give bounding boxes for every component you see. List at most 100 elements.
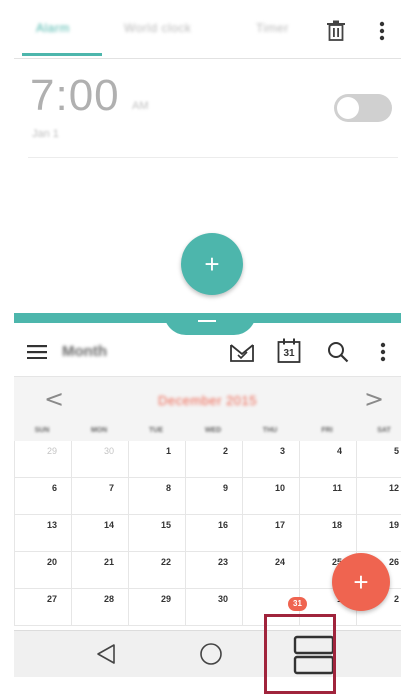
calendar-day-cell[interactable]: 23 xyxy=(185,552,242,589)
calendar-day-cell[interactable]: 24 xyxy=(242,552,299,589)
calendar-day-number: 18 xyxy=(331,520,342,530)
calendar-day-cell[interactable]: 27 xyxy=(14,589,71,626)
calendar-day-number: 16 xyxy=(217,520,228,530)
calendar-day-cell[interactable]: 2 xyxy=(185,441,242,478)
minus-icon xyxy=(198,320,216,322)
toggle-knob xyxy=(337,97,359,119)
plus-icon: + xyxy=(353,566,369,597)
search-icon[interactable] xyxy=(326,340,350,364)
clock-tab-bar: Alarm World clock Timer xyxy=(14,0,401,59)
calendar-day-number: 23 xyxy=(217,557,228,567)
more-vert-icon[interactable] xyxy=(374,19,390,43)
calendar-day-number: 20 xyxy=(46,557,57,567)
calendar-day-cell[interactable]: 29 xyxy=(128,589,185,626)
calendar-today-number: 31 xyxy=(283,348,295,359)
alarm-date: Jan 1 xyxy=(32,128,59,140)
calendar-day-number: 7 xyxy=(108,483,114,493)
tab-timer[interactable]: Timer xyxy=(256,21,289,35)
calendar-day-number: 8 xyxy=(165,483,171,493)
calendar-day-number: 30 xyxy=(103,446,114,456)
calendar-day-number: 21 xyxy=(103,557,114,567)
calendar-day-cell[interactable]: 22 xyxy=(128,552,185,589)
calendar-day-cell[interactable]: 29 xyxy=(14,441,71,478)
today-marker[interactable]: 31 xyxy=(288,597,307,611)
mail-task-icon[interactable] xyxy=(228,340,256,364)
calendar-day-number: 22 xyxy=(160,557,171,567)
more-vert-icon[interactable] xyxy=(376,340,390,364)
alarm-ampm: AM xyxy=(132,100,149,112)
calendar-day-number: 4 xyxy=(336,446,342,456)
tab-alarm[interactable]: Alarm xyxy=(36,21,70,35)
calendar-day-number: 27 xyxy=(46,594,57,604)
calendar-day-cell[interactable]: 3 xyxy=(242,441,299,478)
calendar-day-cell[interactable]: 20 xyxy=(14,552,71,589)
calendar-day-cell[interactable]: 4 xyxy=(299,441,356,478)
calendar-day-cell[interactable]: 1 xyxy=(128,441,185,478)
calendar-day-number: 2 xyxy=(222,446,228,456)
back-triangle-icon[interactable] xyxy=(94,641,118,667)
calendar-day-cell[interactable]: 28 xyxy=(71,589,128,626)
add-event-button[interactable]: + xyxy=(332,553,390,611)
trash-icon[interactable] xyxy=(324,19,348,43)
calendar-day-cell[interactable]: 19 xyxy=(356,515,401,552)
calendar-day-number: 28 xyxy=(103,594,114,604)
tab-world-clock[interactable]: World clock xyxy=(124,21,191,35)
weekday-label: MON xyxy=(90,427,108,434)
calendar-day-cell[interactable]: 7 xyxy=(71,478,128,515)
month-navigation: < December 2015 > xyxy=(14,376,401,425)
calendar-day-number: 3 xyxy=(279,446,285,456)
calendar-day-cell[interactable]: 17 xyxy=(242,515,299,552)
calendar-day-number: 2 xyxy=(393,594,399,604)
calendar-day-cell[interactable]: 21 xyxy=(71,552,128,589)
system-navigation-bar xyxy=(14,630,401,678)
calendar-day-number: 14 xyxy=(103,520,114,530)
calendar-day-number: 19 xyxy=(388,520,399,530)
calendar-today-icon[interactable]: 31 xyxy=(276,337,302,365)
alarm-divider xyxy=(28,157,398,158)
calendar-day-number: 30 xyxy=(217,594,228,604)
alarm-toggle[interactable] xyxy=(334,94,392,122)
calendar-day-number: 26 xyxy=(388,557,399,567)
calendar-day-number: 29 xyxy=(160,594,171,604)
calendar-day-cell[interactable]: 6 xyxy=(14,478,71,515)
calendar-day-number: 10 xyxy=(274,483,285,493)
calendar-day-cell[interactable]: 18 xyxy=(299,515,356,552)
screen-bottom-margin xyxy=(14,677,401,697)
calendar-day-cell[interactable]: 15 xyxy=(128,515,185,552)
calendar-day-cell[interactable]: 16 xyxy=(185,515,242,552)
tab-active-indicator xyxy=(22,53,102,56)
calendar-day-number: 29 xyxy=(46,446,57,456)
calendar-day-cell[interactable]: 14 xyxy=(71,515,128,552)
calendar-day-number: 6 xyxy=(51,483,57,493)
calendar-day-cell[interactable]: 9 xyxy=(185,478,242,515)
calendar-day-cell[interactable]: 5 xyxy=(356,441,401,478)
hamburger-menu-icon[interactable] xyxy=(26,342,48,362)
calendar-view-title[interactable]: Month xyxy=(62,343,107,360)
alarm-item[interactable]: 7:00 AM Jan 1 xyxy=(14,60,401,160)
weekday-label: SUN xyxy=(34,427,50,434)
weekday-label: SAT xyxy=(377,427,391,434)
calendar-day-cell[interactable]: 11 xyxy=(299,478,356,515)
calendar-day-number: 15 xyxy=(160,520,171,530)
calendar-day-cell[interactable]: 12 xyxy=(356,478,401,515)
calendar-day-cell[interactable]: 8 xyxy=(128,478,185,515)
home-circle-icon[interactable] xyxy=(198,641,224,667)
plus-icon: + xyxy=(204,248,220,279)
calendar-day-cell[interactable]: 13 xyxy=(14,515,71,552)
phone-screen: Alarm World clock Timer 7:00 AM Jan 1 + … xyxy=(14,0,401,697)
calendar-day-number: 24 xyxy=(274,557,285,567)
weekday-label: WED xyxy=(204,427,222,434)
calendar-day-cell[interactable]: 30 xyxy=(71,441,128,478)
weekday-label: FRI xyxy=(321,427,333,434)
add-alarm-button[interactable]: + xyxy=(181,233,243,295)
calendar-day-number: 17 xyxy=(274,520,285,530)
calendar-day-cell[interactable]: 10 xyxy=(242,478,299,515)
alarm-time: 7:00 xyxy=(30,71,120,120)
weekday-header: SUN MON TUE WED THU FRI SAT xyxy=(14,424,401,441)
calendar-day-number: 9 xyxy=(222,483,228,493)
month-label: December 2015 xyxy=(158,393,257,408)
weekday-label: THU xyxy=(262,427,278,434)
calendar-day-number: 11 xyxy=(332,483,342,493)
next-month-button[interactable]: > xyxy=(364,385,384,413)
calendar-day-cell[interactable]: 30 xyxy=(185,589,242,626)
